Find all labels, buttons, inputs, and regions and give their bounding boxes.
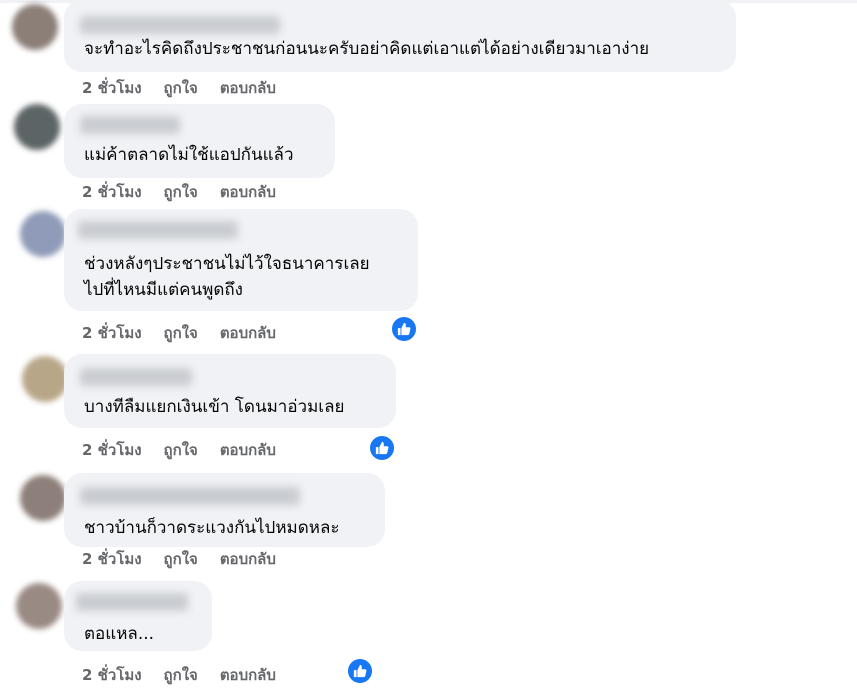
comment-time[interactable]: 2 ชั่วโมง — [82, 76, 142, 100]
reply-button[interactable]: ตอบกลับ — [220, 438, 276, 462]
comment-time[interactable]: 2 ชั่วโมง — [82, 663, 142, 687]
comment-time[interactable]: 2 ชั่วโมง — [82, 321, 142, 345]
avatar[interactable] — [12, 4, 58, 50]
thumbs-up-icon — [397, 322, 411, 336]
like-reaction-badge[interactable] — [390, 315, 418, 343]
avatar[interactable] — [20, 211, 66, 257]
like-reaction-badge[interactable] — [346, 657, 374, 685]
comment-actions: 2 ชั่วโมง ถูกใจ ตอบกลับ — [82, 76, 298, 100]
like-button[interactable]: ถูกใจ — [164, 321, 198, 345]
commenter-name[interactable] — [80, 487, 300, 505]
commenter-name[interactable] — [76, 593, 188, 611]
commenter-name[interactable] — [80, 368, 192, 386]
avatar[interactable] — [22, 356, 68, 402]
like-button[interactable]: ถูกใจ — [164, 76, 198, 100]
comment-item: บางทีลืมแยกเงินเข้า โดนมาอ่วมเลย 2 ชั่วโ… — [0, 348, 857, 467]
comment-bubble: แม่ค้าตลาดไม่ใช้แอปกันแล้ว — [64, 104, 335, 178]
comment-actions: 2 ชั่วโมง ถูกใจ ตอบกลับ — [82, 321, 298, 345]
comment-text: ตอแหล... — [84, 624, 155, 644]
reply-button[interactable]: ตอบกลับ — [220, 547, 276, 571]
avatar[interactable] — [20, 475, 66, 521]
comment-actions: 2 ชั่วโมง ถูกใจ ตอบกลับ — [82, 547, 298, 571]
comment-text: บางทีลืมแยกเงินเข้า โดนมาอ่วมเลย — [84, 397, 345, 417]
comment-bubble: จะทำอะไรคิดถึงประชาชนก่อนนะครับอย่าคิดแต… — [64, 0, 736, 72]
like-button[interactable]: ถูกใจ — [164, 663, 198, 687]
reply-button[interactable]: ตอบกลับ — [220, 180, 276, 204]
like-button[interactable]: ถูกใจ — [164, 180, 198, 204]
comment-time[interactable]: 2 ชั่วโมง — [82, 180, 142, 204]
comment-bubble: ช่วงหลังๆประชาชนไม่ไว้ใจธนาคารเลย ไปที่ไ… — [64, 209, 418, 311]
avatar[interactable] — [16, 583, 62, 629]
thumbs-up-icon — [375, 441, 389, 455]
commenter-name[interactable] — [80, 116, 180, 134]
comment-item: ช่วงหลังๆประชาชนไม่ไว้ใจธนาคารเลย ไปที่ไ… — [0, 205, 857, 348]
like-reaction-badge[interactable] — [368, 434, 396, 462]
reply-button[interactable]: ตอบกลับ — [220, 663, 276, 687]
comment-item: จะทำอะไรคิดถึงประชาชนก่อนนะครับอย่าคิดแต… — [0, 0, 857, 100]
comment-text: แม่ค้าตลาดไม่ใช้แอปกันแล้ว — [84, 145, 294, 165]
comment-item: แม่ค้าตลาดไม่ใช้แอปกันแล้ว 2 ชั่วโมง ถูกใ… — [0, 100, 857, 205]
avatar[interactable] — [14, 104, 60, 150]
comment-bubble: บางทีลืมแยกเงินเข้า โดนมาอ่วมเลย — [64, 354, 396, 428]
comment-bubble: ตอแหล... — [64, 581, 212, 651]
comment-time[interactable]: 2 ชั่วโมง — [82, 438, 142, 462]
comment-text: ชาวบ้านก็วาดระแวงกันไปหมดหละ — [84, 518, 340, 538]
like-button[interactable]: ถูกใจ — [164, 547, 198, 571]
comment-time[interactable]: 2 ชั่วโมง — [82, 547, 142, 571]
comment-text: ไปที่ไหนมีแต่คนพูดถึง — [84, 280, 243, 300]
comment-actions: 2 ชั่วโมง ถูกใจ ตอบกลับ — [82, 438, 298, 462]
comment-item: ชาวบ้านก็วาดระแวงกันไปหมดหละ 2 ชั่วโมง ถู… — [0, 467, 857, 573]
thumbs-up-icon — [353, 664, 367, 678]
comment-text: ช่วงหลังๆประชาชนไม่ไว้ใจธนาคารเลย — [84, 254, 370, 274]
comment-actions: 2 ชั่วโมง ถูกใจ ตอบกลับ — [82, 180, 298, 204]
like-button[interactable]: ถูกใจ — [164, 438, 198, 462]
comment-actions: 2 ชั่วโมง ถูกใจ ตอบกลับ — [82, 663, 298, 687]
comment-item: ตอแหล... 2 ชั่วโมง ถูกใจ ตอบกลับ — [0, 573, 857, 692]
commenter-name[interactable] — [80, 16, 280, 34]
reply-button[interactable]: ตอบกลับ — [220, 321, 276, 345]
comment-text: จะทำอะไรคิดถึงประชาชนก่อนนะครับอย่าคิดแต… — [84, 39, 650, 59]
commenter-name[interactable] — [78, 221, 238, 239]
reply-button[interactable]: ตอบกลับ — [220, 76, 276, 100]
comment-bubble: ชาวบ้านก็วาดระแวงกันไปหมดหละ — [64, 473, 385, 547]
